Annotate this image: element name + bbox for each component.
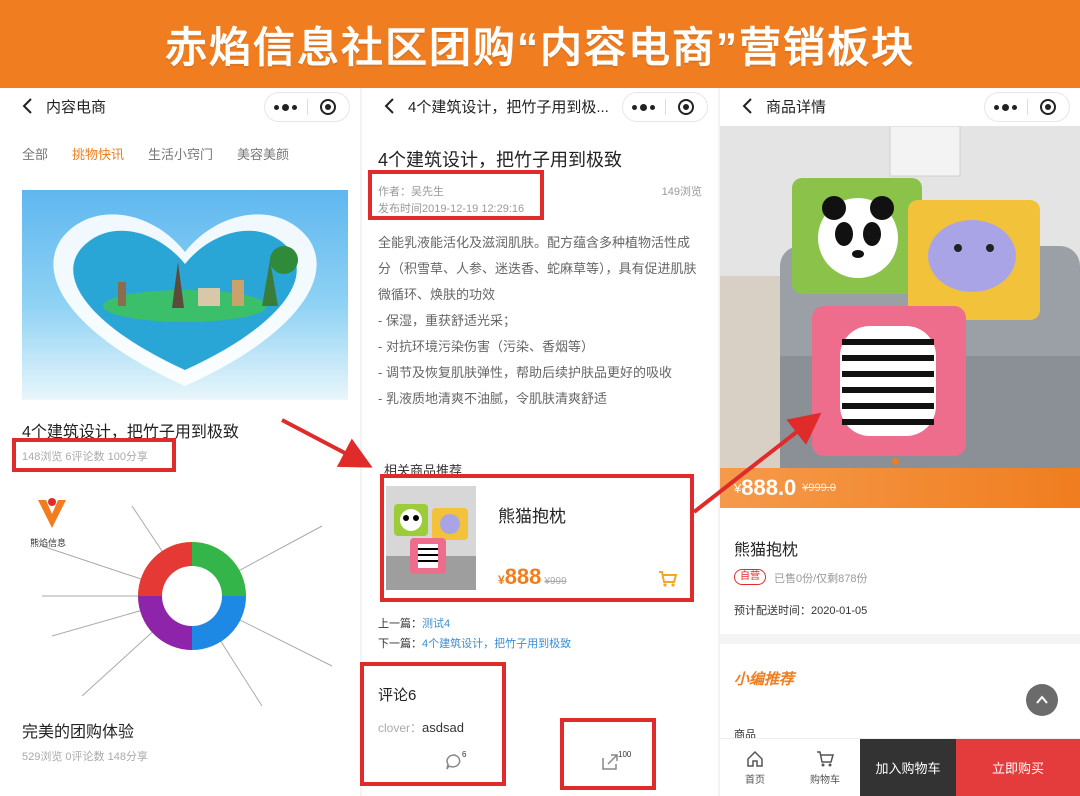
- tab-beauty[interactable]: 美容美颜: [237, 144, 289, 163]
- home-icon: [747, 750, 763, 767]
- next-article-link[interactable]: 4个建筑设计，把竹子用到极致: [422, 638, 571, 650]
- bottom-action-bar: 首页 购物车 加入购物车 立即购买: [720, 738, 1080, 796]
- home-button[interactable]: 首页: [720, 739, 790, 796]
- scroll-top-button[interactable]: [1026, 684, 1058, 716]
- editor-recommend-title: 小编推荐: [734, 671, 795, 688]
- article-meta: 529浏览 0评论数 148分享: [22, 751, 148, 763]
- body-line: 全能乳液能活化及滋润肌肤。配方蕴含多种植物活性成: [378, 235, 691, 250]
- navbar: 内容电商: [0, 88, 360, 124]
- body-line: 微循环、焕肤的功效: [378, 287, 496, 302]
- article-heading: 4个建筑设计，把竹子用到极致: [378, 150, 623, 170]
- back-arrow-icon[interactable]: [14, 92, 42, 120]
- more-icon[interactable]: [265, 93, 307, 121]
- mini-program-capsule: [622, 92, 708, 122]
- more-icon[interactable]: [623, 93, 665, 121]
- highlight-box: [380, 474, 694, 602]
- prev-article: 上一篇：测试4: [378, 615, 450, 631]
- next-label: 下一篇：: [378, 638, 422, 650]
- carousel-indicator[interactable]: [892, 458, 899, 465]
- next-article: 下一篇：4个建筑设计，把竹子用到极致: [378, 635, 571, 651]
- banner-title: 赤焰信息社区团购“内容电商”营销板块: [164, 23, 915, 71]
- mini-program-capsule: [264, 92, 350, 122]
- close-icon[interactable]: [308, 93, 350, 121]
- price-currency: ¥: [734, 480, 742, 496]
- article-image-heart-island[interactable]: [22, 190, 348, 400]
- company-logo-text: 熊焰信息: [30, 538, 67, 548]
- tab-all[interactable]: 全部: [22, 144, 48, 163]
- price-value: 888.0: [741, 475, 797, 500]
- article-title[interactable]: 完美的团购体验: [22, 718, 134, 742]
- banner: 赤焰信息社区团购“内容电商”营销板块: [0, 0, 1080, 88]
- body-line: - 对抗环境污染伤害（污染、香烟等）: [378, 339, 594, 354]
- cart-label: 购物车: [810, 775, 840, 786]
- price-original: ¥999.0: [802, 482, 836, 494]
- delivery-time: 预计配送时间：2020-01-05: [734, 605, 868, 617]
- price-bar: ¥888.0 ¥999.0: [720, 468, 1080, 508]
- category-tabs: 全部 挑物快讯 生活小窍门 美容美颜: [22, 144, 289, 163]
- prev-label: 上一篇：: [378, 618, 422, 630]
- highlight-box: [368, 170, 544, 220]
- article-views: 149浏览: [661, 186, 702, 198]
- more-icon[interactable]: [985, 93, 1027, 121]
- screen-product-detail: 商品详情 ¥ 888.0 ¥999.0 熊猫抱枕 自营 已售0份/仅剩878份 …: [720, 88, 1080, 796]
- cart-button[interactable]: 购物车: [790, 739, 860, 796]
- page-title: 商品详情: [766, 98, 827, 116]
- highlight-box: [360, 662, 506, 786]
- body-line: - 乳液质地清爽不油腻，令肌肤清爽舒适: [378, 391, 607, 406]
- tab-picks[interactable]: 挑物快讯: [72, 144, 124, 163]
- page-title: 内容电商: [46, 98, 107, 116]
- self-operated-badge: 自营: [734, 569, 766, 585]
- navbar: 商品详情: [720, 88, 1080, 124]
- chevron-up-icon: [1036, 695, 1048, 704]
- back-arrow-icon[interactable]: [734, 92, 762, 120]
- buy-now-button[interactable]: 立即购买: [956, 739, 1080, 796]
- body-line: 分（积雪草、人参、迷迭香、蛇麻草等），具有促进肌肤: [378, 261, 697, 276]
- add-to-cart-button[interactable]: 加入购物车: [860, 739, 956, 796]
- mini-program-capsule: [984, 92, 1070, 122]
- product-name: 熊猫抱枕: [734, 542, 799, 559]
- close-icon[interactable]: [666, 93, 708, 121]
- body-line: - 保湿，重获舒适光采；: [378, 313, 516, 328]
- product-image-carousel[interactable]: [720, 126, 1080, 468]
- cart-icon: [817, 751, 834, 767]
- body-line: - 调节及恢复肌肤弹性，帮助后续护肤品更好的吸收: [378, 365, 672, 380]
- highlight-box: [560, 718, 656, 790]
- article-image-color-wheel[interactable]: 熊焰信息: [22, 486, 342, 710]
- tab-life-tips[interactable]: 生活小窍门: [148, 144, 213, 163]
- article-body: 全能乳液能活化及滋润肌肤。配方蕴含多种植物活性成 分（积雪草、人参、迷迭香、蛇麻…: [378, 230, 704, 412]
- home-label: 首页: [745, 775, 765, 786]
- company-logo: [38, 498, 66, 528]
- back-arrow-icon[interactable]: [376, 92, 404, 120]
- section-divider: [720, 634, 1080, 644]
- prev-article-link[interactable]: 测试4: [422, 618, 450, 630]
- sold-stock-info: 已售0份/仅剩878份: [774, 573, 868, 585]
- highlight-box: [12, 438, 176, 472]
- page-title: 4个建筑设计，把竹子用到极...: [408, 98, 608, 116]
- close-icon[interactable]: [1028, 93, 1070, 121]
- navbar: 4个建筑设计，把竹子用到极...: [362, 88, 718, 124]
